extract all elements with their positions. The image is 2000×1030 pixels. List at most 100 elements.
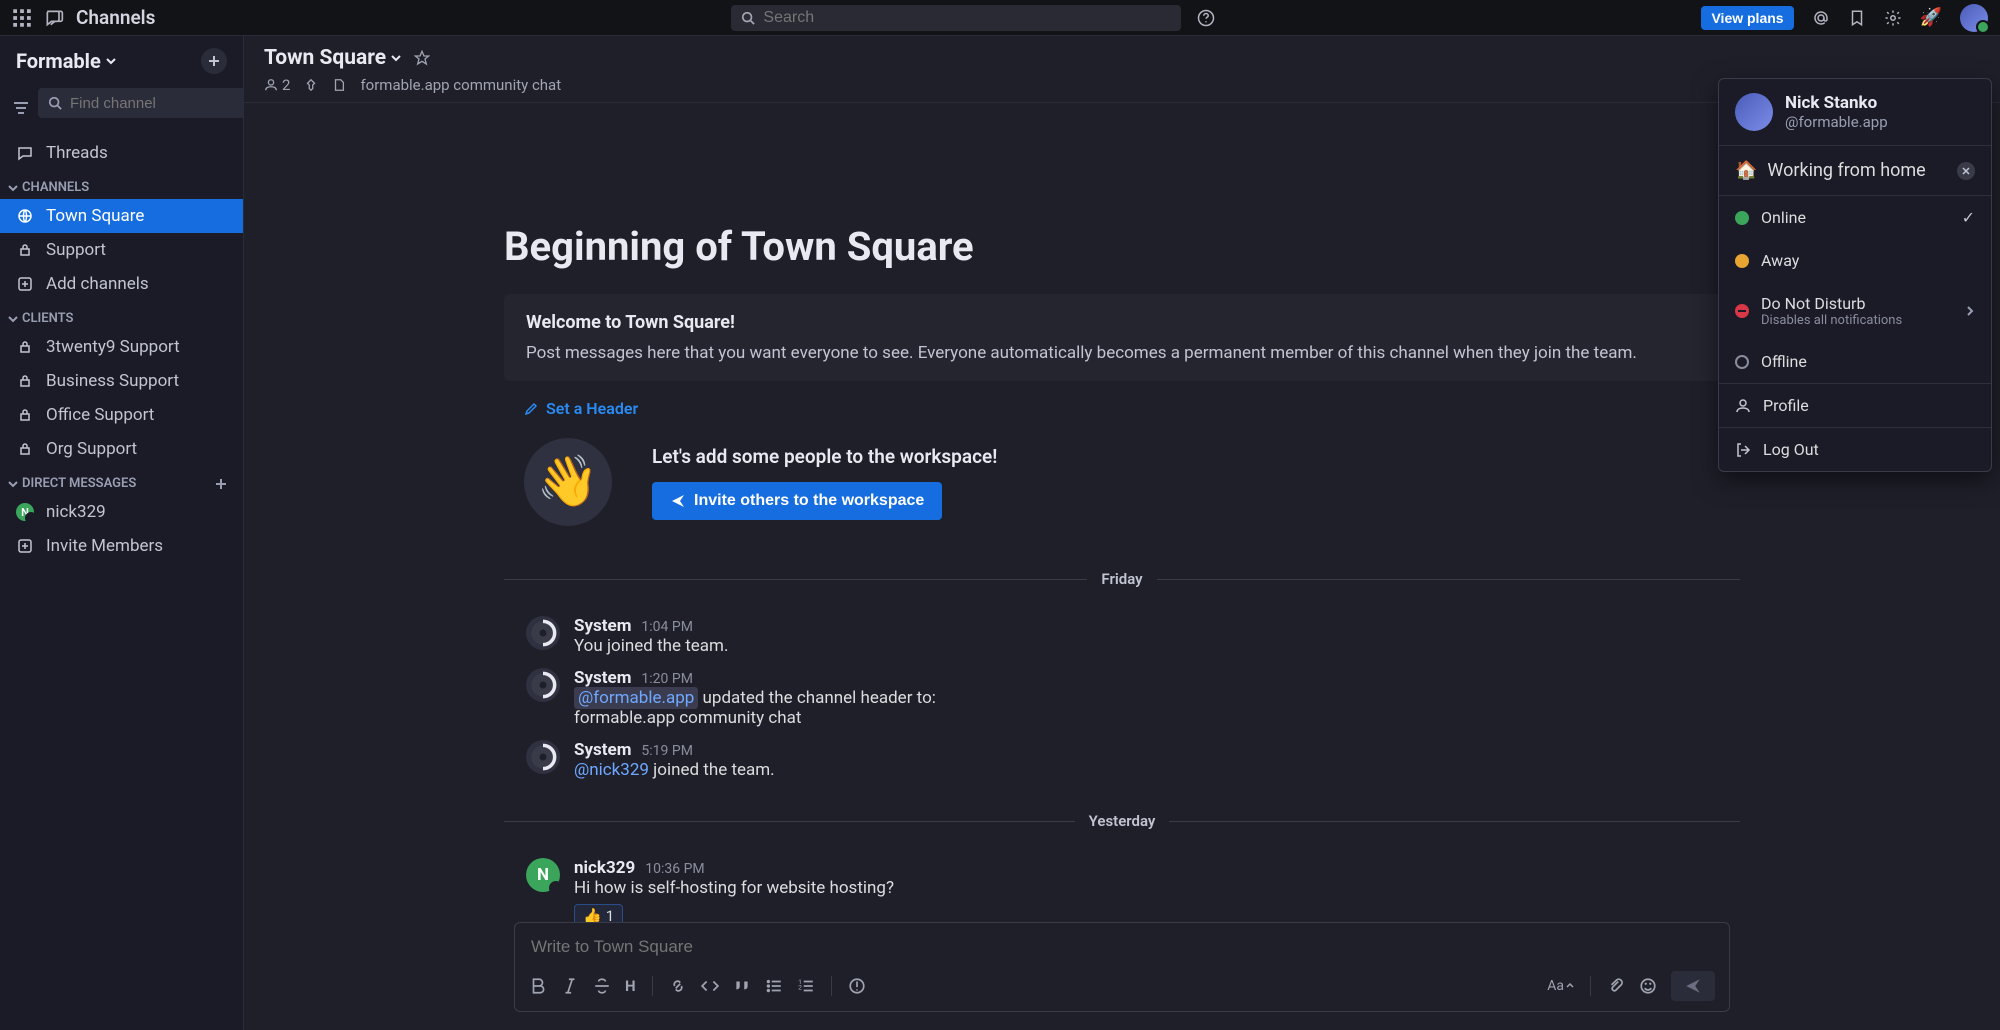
view-plans-button[interactable]: View plans [1701,6,1793,30]
plus-box-icon [18,539,32,553]
welcome-body: Post messages here that you want everyon… [526,343,1718,363]
menu-profile[interactable]: Profile [1719,384,1991,427]
wave-badge: 👋 [524,438,612,526]
dm-avatar: N [16,503,34,521]
chevron-down-icon [8,479,18,489]
sidebar-item-support[interactable]: Support [0,233,243,267]
user-menu-name: Nick Stanko [1785,93,1888,113]
system-avatar [526,616,560,650]
sidebar-item-invite-members[interactable]: Invite Members [0,529,243,563]
upgrade-icon[interactable]: 🚀 [1920,7,1942,28]
set-header-link[interactable]: Set a Header [504,395,1740,438]
search-icon [48,96,62,110]
code-icon[interactable] [701,977,719,995]
chevron-down-icon [105,55,117,67]
file-icon[interactable] [332,78,346,92]
invite-button[interactable]: Invite others to the workspace [652,482,942,520]
sidebar-item-client-2[interactable]: Office Support [0,398,243,432]
menu-logout[interactable]: Log Out [1719,428,1991,471]
mentions-icon[interactable] [1812,9,1830,27]
sidebar-item-label: Org Support [46,439,137,459]
strike-icon[interactable] [593,977,611,995]
bookmark-icon[interactable] [1848,9,1866,27]
sidebar-item-client-1[interactable]: Business Support [0,364,243,398]
quote-icon[interactable] [733,977,751,995]
sidebar-item-label: Office Support [46,405,154,425]
plus-icon [207,54,221,68]
priority-icon[interactable] [848,977,866,995]
reaction-badge[interactable]: 👍1 [574,904,623,922]
sidebar-item-label: Invite Members [46,536,163,556]
composer-input[interactable] [515,923,1729,971]
status-away[interactable]: Away [1719,239,1991,282]
sidebar-item-add-channels[interactable]: Add channels [0,267,243,301]
sidebar-item-town-square[interactable]: Town Square [0,199,243,233]
system-avatar [526,668,560,702]
mention[interactable]: @formable.app [574,687,698,709]
message-text: formable.app community chat [574,708,1740,728]
find-channel-input[interactable] [70,95,269,112]
section-header-channels[interactable]: CHANNELS [0,170,243,199]
send-button[interactable] [1671,971,1715,1001]
online-dot-icon [1735,211,1749,225]
dnd-dot-icon [1735,304,1749,318]
message-row: N nick329 10:36 PM Hi how is self-hostin… [244,854,2000,922]
status-text: Working from home [1767,160,1925,181]
user-avatar-button[interactable] [1960,4,1988,32]
lock-icon [18,243,32,257]
lock-icon [18,340,32,354]
gear-icon[interactable] [1884,9,1902,27]
user-menu-custom-status[interactable]: 🏠 Working from home [1719,146,1991,196]
channel-description: formable.app community chat [360,76,561,94]
message-author: System [574,668,631,688]
italic-icon[interactable] [561,977,579,995]
find-channel[interactable] [38,88,279,118]
link-icon[interactable] [669,977,687,995]
sidebar-item-client-0[interactable]: 3twenty9 Support [0,330,243,364]
status-online[interactable]: Online [1719,196,1991,239]
send-icon [1684,977,1702,995]
section-header-clients[interactable]: CLIENTS [0,301,243,330]
user-menu: Nick Stanko @formable.app 🏠 Working from… [1718,78,1992,472]
app-grid-icon[interactable] [12,8,32,28]
add-dm-button[interactable] [215,478,227,490]
sidebar-item-client-3[interactable]: Org Support [0,432,243,466]
message-author: System [574,616,631,636]
new-button[interactable] [201,48,227,74]
search-bar[interactable] [731,5,1181,31]
emoji-icon[interactable] [1639,977,1657,995]
star-icon[interactable] [414,50,430,66]
filter-button[interactable] [12,88,30,128]
section-header-dms[interactable]: DIRECT MESSAGES [0,466,243,495]
clear-status-button[interactable] [1957,162,1975,180]
message-row: System 1:20 PM @formable.app updated the… [244,664,2000,736]
lock-icon [18,374,32,388]
sidebar-item-dm-0[interactable]: N nick329 [0,495,243,529]
attachment-icon[interactable] [1607,977,1625,995]
sidebar-item-label: Support [46,240,106,260]
pin-icon[interactable] [304,78,318,92]
workspace-switcher[interactable]: Formable [16,49,117,73]
help-icon[interactable] [1197,9,1215,27]
user-avatar: N [526,858,560,892]
mention[interactable]: @nick329 [574,760,649,780]
date-divider-yesterday: Yesterday [504,812,1740,830]
bold-icon[interactable] [529,977,547,995]
logout-icon [1735,442,1751,458]
member-count[interactable]: 2 [264,76,290,94]
status-offline[interactable]: Offline [1719,340,1991,383]
channel-title[interactable]: Town Square [264,46,402,70]
chevron-down-icon [8,314,18,324]
users-icon [264,78,278,92]
sidebar-item-threads[interactable]: Threads [0,136,243,170]
message-author: nick329 [574,858,635,878]
bullet-list-icon[interactable] [765,977,783,995]
welcome-title: Welcome to Town Square! [526,312,1718,333]
status-dnd[interactable]: Do Not Disturb Disables all notification… [1719,282,1991,340]
font-size-toggle[interactable]: Aa [1547,978,1574,994]
date-divider-friday: Friday [504,570,1740,588]
heading-icon[interactable]: H [625,977,636,995]
ordered-list-icon[interactable]: 12 [797,977,815,995]
search-input[interactable] [763,9,1171,27]
message-time: 1:20 PM [641,671,693,687]
